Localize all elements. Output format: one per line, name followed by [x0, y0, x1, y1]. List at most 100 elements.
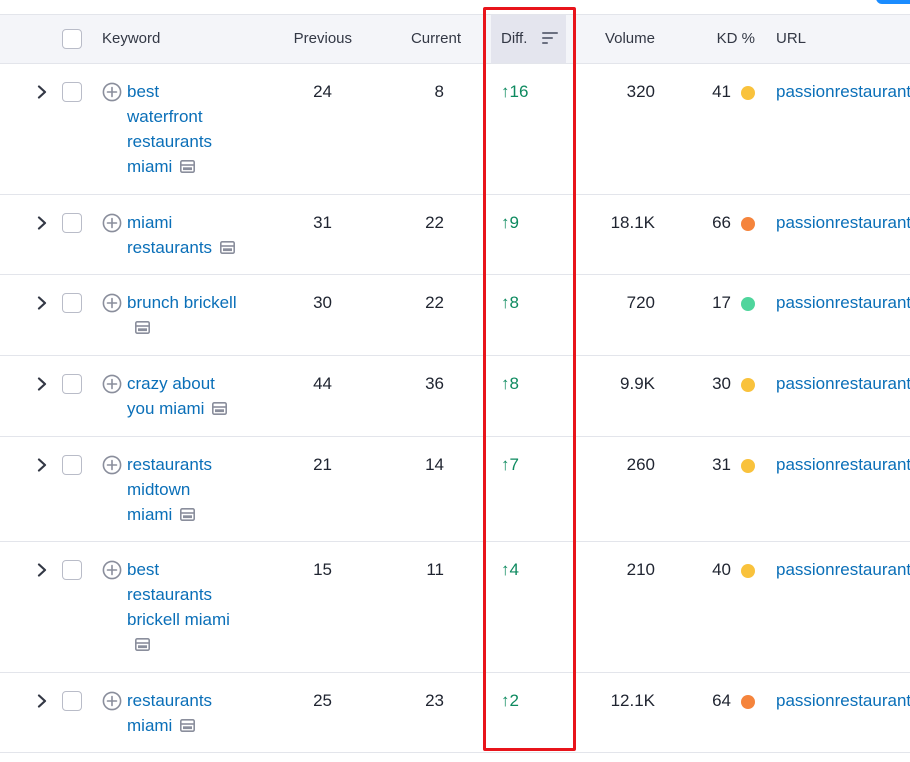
header-diff-label: Diff.: [501, 30, 528, 47]
expand-chevron-icon[interactable]: [36, 216, 48, 230]
keyword-cell: best restaurants brickell miami: [102, 557, 252, 657]
current-position: 36: [425, 374, 444, 393]
arrow-up-icon: ↑: [501, 213, 510, 232]
add-to-list-icon[interactable]: [102, 374, 122, 394]
sort-descending-icon: [541, 31, 558, 44]
position-diff: ↑2: [501, 688, 519, 713]
previous-position: 31: [313, 213, 332, 232]
table-row: restaurants midtown miami 21 14 ↑7 260 3…: [0, 437, 910, 542]
keyword-link[interactable]: best waterfront restaurants miami: [127, 79, 237, 179]
row-checkbox[interactable]: [62, 374, 82, 394]
diff-value: 4: [509, 560, 519, 579]
search-volume: 320: [626, 82, 655, 101]
keyword-link[interactable]: restaurants midtown miami: [127, 452, 237, 527]
ranking-url-link[interactable]: passionrestaurant: [776, 452, 910, 477]
ranking-url-link[interactable]: passionrestaurant: [776, 79, 910, 104]
keyword-difficulty: 41: [712, 82, 731, 101]
position-diff: ↑9: [501, 210, 519, 235]
top-strip: [0, 0, 910, 14]
keyword-difficulty: 31: [712, 455, 731, 474]
kd-level-dot: [741, 378, 755, 392]
serp-features-icon[interactable]: [135, 633, 150, 651]
keyword-text: restaurants midtown miami: [127, 455, 213, 524]
table-row: best waterfront restaurants miami 24 8 ↑…: [0, 64, 910, 195]
keyword-difficulty: 64: [712, 691, 731, 710]
keyword-text: best waterfront restaurants miami: [127, 82, 213, 176]
top-action-button[interactable]: [876, 0, 910, 4]
table-row: best restaurants brickell miami 15 11 ↑4…: [0, 542, 910, 673]
table-row: restaurants miami 25 23 ↑2 12.1K 64 pass…: [0, 673, 910, 753]
serp-features-icon[interactable]: [135, 316, 150, 334]
header-current[interactable]: Current: [380, 15, 461, 63]
header-volume[interactable]: Volume: [580, 15, 655, 63]
arrow-up-icon: ↑: [501, 691, 510, 710]
select-all-checkbox[interactable]: [62, 29, 82, 49]
search-volume: 210: [626, 560, 655, 579]
add-to-list-icon[interactable]: [102, 691, 122, 711]
ranking-url-link[interactable]: passionrestaurant: [776, 210, 910, 235]
diff-value: 7: [509, 455, 519, 474]
search-volume: 720: [626, 293, 655, 312]
keyword-text: restaurants miami: [127, 691, 213, 735]
expand-chevron-icon[interactable]: [36, 296, 48, 310]
header-kd[interactable]: KD %: [700, 15, 755, 63]
serp-features-icon[interactable]: [212, 397, 228, 415]
serp-features-icon[interactable]: [220, 236, 236, 254]
expand-chevron-icon[interactable]: [36, 377, 48, 391]
diff-value: 16: [509, 82, 529, 101]
ranking-url-link[interactable]: passionrestaurant: [776, 371, 910, 396]
add-to-list-icon[interactable]: [102, 213, 122, 233]
previous-position: 30: [313, 293, 332, 312]
row-checkbox[interactable]: [62, 213, 82, 233]
kd-level-dot: [741, 564, 755, 578]
keyword-link[interactable]: restaurants miami: [127, 688, 237, 738]
kd-level-dot: [741, 695, 755, 709]
header-diff-sorted[interactable]: Diff.: [491, 15, 566, 63]
search-volume: 9.9K: [620, 374, 655, 393]
table-body: best waterfront restaurants miami 2 4 8 ↑…: [0, 64, 910, 753]
row-checkbox[interactable]: [62, 691, 82, 711]
diff-value: 2: [509, 691, 519, 710]
row-checkbox[interactable]: [62, 455, 82, 475]
serp-features-icon[interactable]: [180, 503, 196, 521]
expand-chevron-icon[interactable]: [36, 694, 48, 708]
add-to-list-icon[interactable]: [102, 82, 122, 102]
search-volume: 260: [626, 455, 655, 474]
header-keyword[interactable]: Keyword: [102, 15, 160, 63]
add-to-list-icon[interactable]: [102, 560, 122, 580]
expand-chevron-icon[interactable]: [36, 85, 48, 99]
keyword-link[interactable]: brunch brickell: [127, 290, 237, 340]
keyword-link[interactable]: best restaurants brickell miami: [127, 557, 237, 657]
expand-chevron-icon[interactable]: [36, 458, 48, 472]
header-url[interactable]: URL: [776, 15, 806, 63]
add-to-list-icon[interactable]: [102, 455, 122, 475]
keyword-text: crazy about you miami: [127, 374, 215, 418]
arrow-up-icon: ↑: [501, 374, 510, 393]
row-checkbox[interactable]: [62, 560, 82, 580]
table-header: Keyword Previous Current Diff. Volume KD…: [0, 14, 910, 64]
keyword-link[interactable]: miami restaurants: [127, 210, 237, 260]
header-previous[interactable]: Previous: [270, 15, 352, 63]
keyword-cell: restaurants midtown miami: [102, 452, 252, 527]
arrow-up-icon: ↑: [501, 293, 510, 312]
expand-chevron-icon[interactable]: [36, 563, 48, 577]
keyword-cell: brunch brickell: [102, 290, 252, 340]
row-checkbox[interactable]: [62, 293, 82, 313]
ranking-url-link[interactable]: passionrestaurant: [776, 290, 910, 315]
serp-features-icon[interactable]: [180, 155, 196, 173]
diff-value: 9: [509, 213, 519, 232]
serp-features-icon[interactable]: [180, 714, 196, 732]
ranking-url-link[interactable]: passionrestaurant: [776, 557, 910, 582]
keyword-cell: restaurants miami: [102, 688, 252, 738]
arrow-up-icon: ↑: [501, 82, 510, 101]
add-to-list-icon[interactable]: [102, 293, 122, 313]
ranking-url-link[interactable]: passionrestaurant: [776, 688, 910, 713]
row-checkbox[interactable]: [62, 82, 82, 102]
keyword-link[interactable]: crazy about you miami: [127, 371, 237, 421]
keyword-cell: crazy about you miami: [102, 371, 252, 421]
diff-value: 8: [509, 374, 519, 393]
keyword-text: best restaurants brickell miami: [127, 560, 230, 629]
position-diff: ↑7: [501, 452, 519, 477]
keyword-positions-table: Keyword Previous Current Diff. Volume KD…: [0, 14, 910, 753]
previous-position: 21: [313, 455, 332, 474]
